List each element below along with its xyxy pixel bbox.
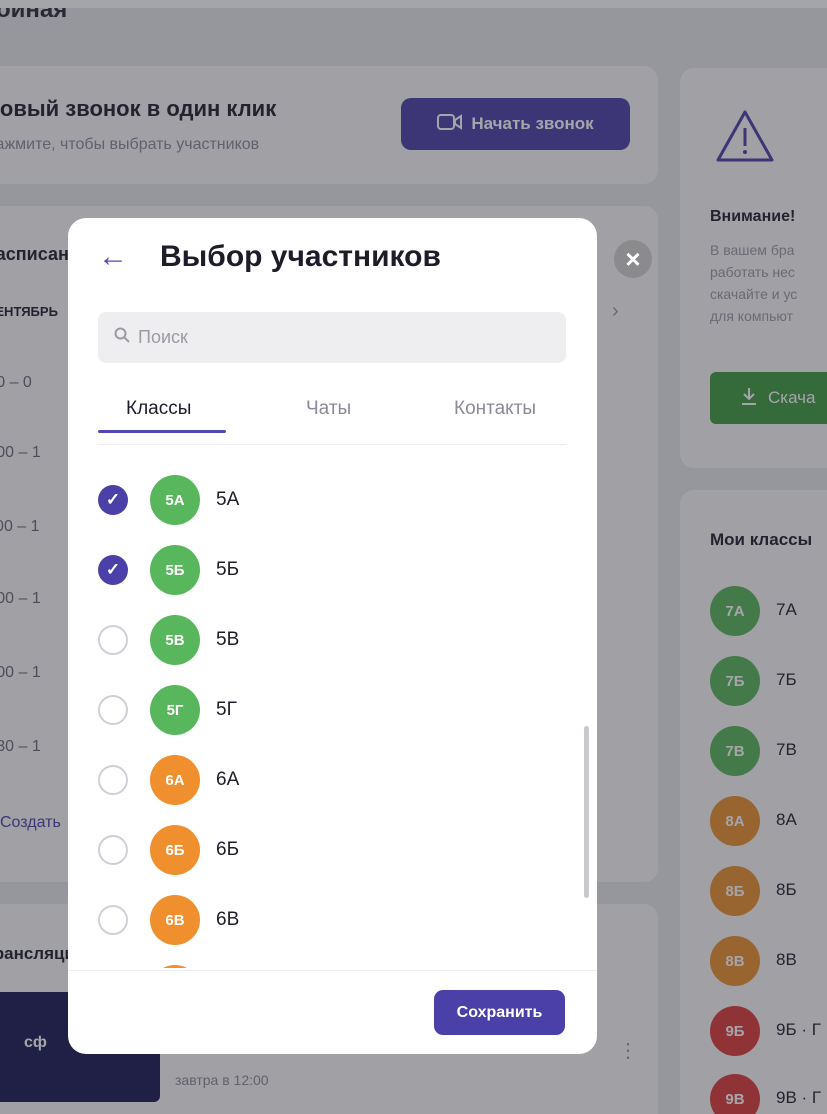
checkbox-unchecked[interactable] (98, 905, 128, 935)
list-item[interactable]: 6В 6В (98, 890, 558, 950)
checkbox-checked[interactable]: ✓ (98, 555, 128, 585)
save-button[interactable]: Сохранить (434, 990, 565, 1035)
modal-title: Выбор участников (160, 240, 441, 273)
active-tab-indicator (98, 430, 226, 433)
list-item[interactable]: 6Б 6Б (98, 820, 558, 880)
list-item[interactable]: ✓ 5Б 5Б (98, 540, 558, 600)
class-avatar: 5Б (150, 545, 200, 595)
back-arrow-icon[interactable]: ← (98, 240, 128, 274)
participants-modal: ← Выбор участников Поиск Классы Чаты Кон… (68, 218, 597, 1054)
list-item[interactable]: ✓ 5А 5А (98, 470, 558, 530)
class-label: 5Б (216, 559, 240, 580)
footer-divider (68, 970, 597, 971)
tab-classes[interactable]: Классы (126, 398, 191, 420)
class-avatar: 5В (150, 615, 200, 665)
class-avatar: 6Б (150, 825, 200, 875)
class-avatar: 5А (150, 475, 200, 525)
list-scrollbar[interactable] (584, 726, 589, 898)
checkbox-unchecked[interactable] (98, 695, 128, 725)
checkbox-unchecked[interactable] (98, 835, 128, 865)
class-avatar (150, 965, 200, 968)
class-label: 5В (216, 629, 240, 650)
class-avatar: 5Г (150, 685, 200, 735)
class-label: 5А (216, 489, 240, 510)
checkbox-unchecked[interactable] (98, 625, 128, 655)
class-list[interactable]: ✓ 5А 5А ✓ 5Б 5Б 5В 5В 5Г 5Г 6А 6А 6Б 6Б (68, 448, 597, 968)
list-item[interactable]: 5Г 5Г (98, 680, 558, 740)
class-label: 6В (216, 909, 240, 930)
search-icon (114, 327, 130, 348)
class-avatar: 6В (150, 895, 200, 945)
close-icon[interactable]: × (614, 240, 652, 278)
tab-chats[interactable]: Чаты (306, 398, 351, 420)
search-input[interactable]: Поиск (98, 312, 566, 363)
class-label: 5Г (216, 699, 237, 720)
tab-divider (98, 444, 566, 445)
class-label: 6А (216, 769, 240, 790)
checkbox-checked[interactable]: ✓ (98, 485, 128, 515)
class-label: 6Б (216, 839, 240, 860)
list-item-partial[interactable] (98, 960, 558, 968)
search-placeholder: Поиск (138, 327, 188, 347)
tab-contacts[interactable]: Контакты (454, 398, 536, 420)
checkbox-unchecked[interactable] (98, 765, 128, 795)
list-item[interactable]: 5В 5В (98, 610, 558, 670)
class-avatar: 6А (150, 755, 200, 805)
list-item[interactable]: 6А 6А (98, 750, 558, 810)
